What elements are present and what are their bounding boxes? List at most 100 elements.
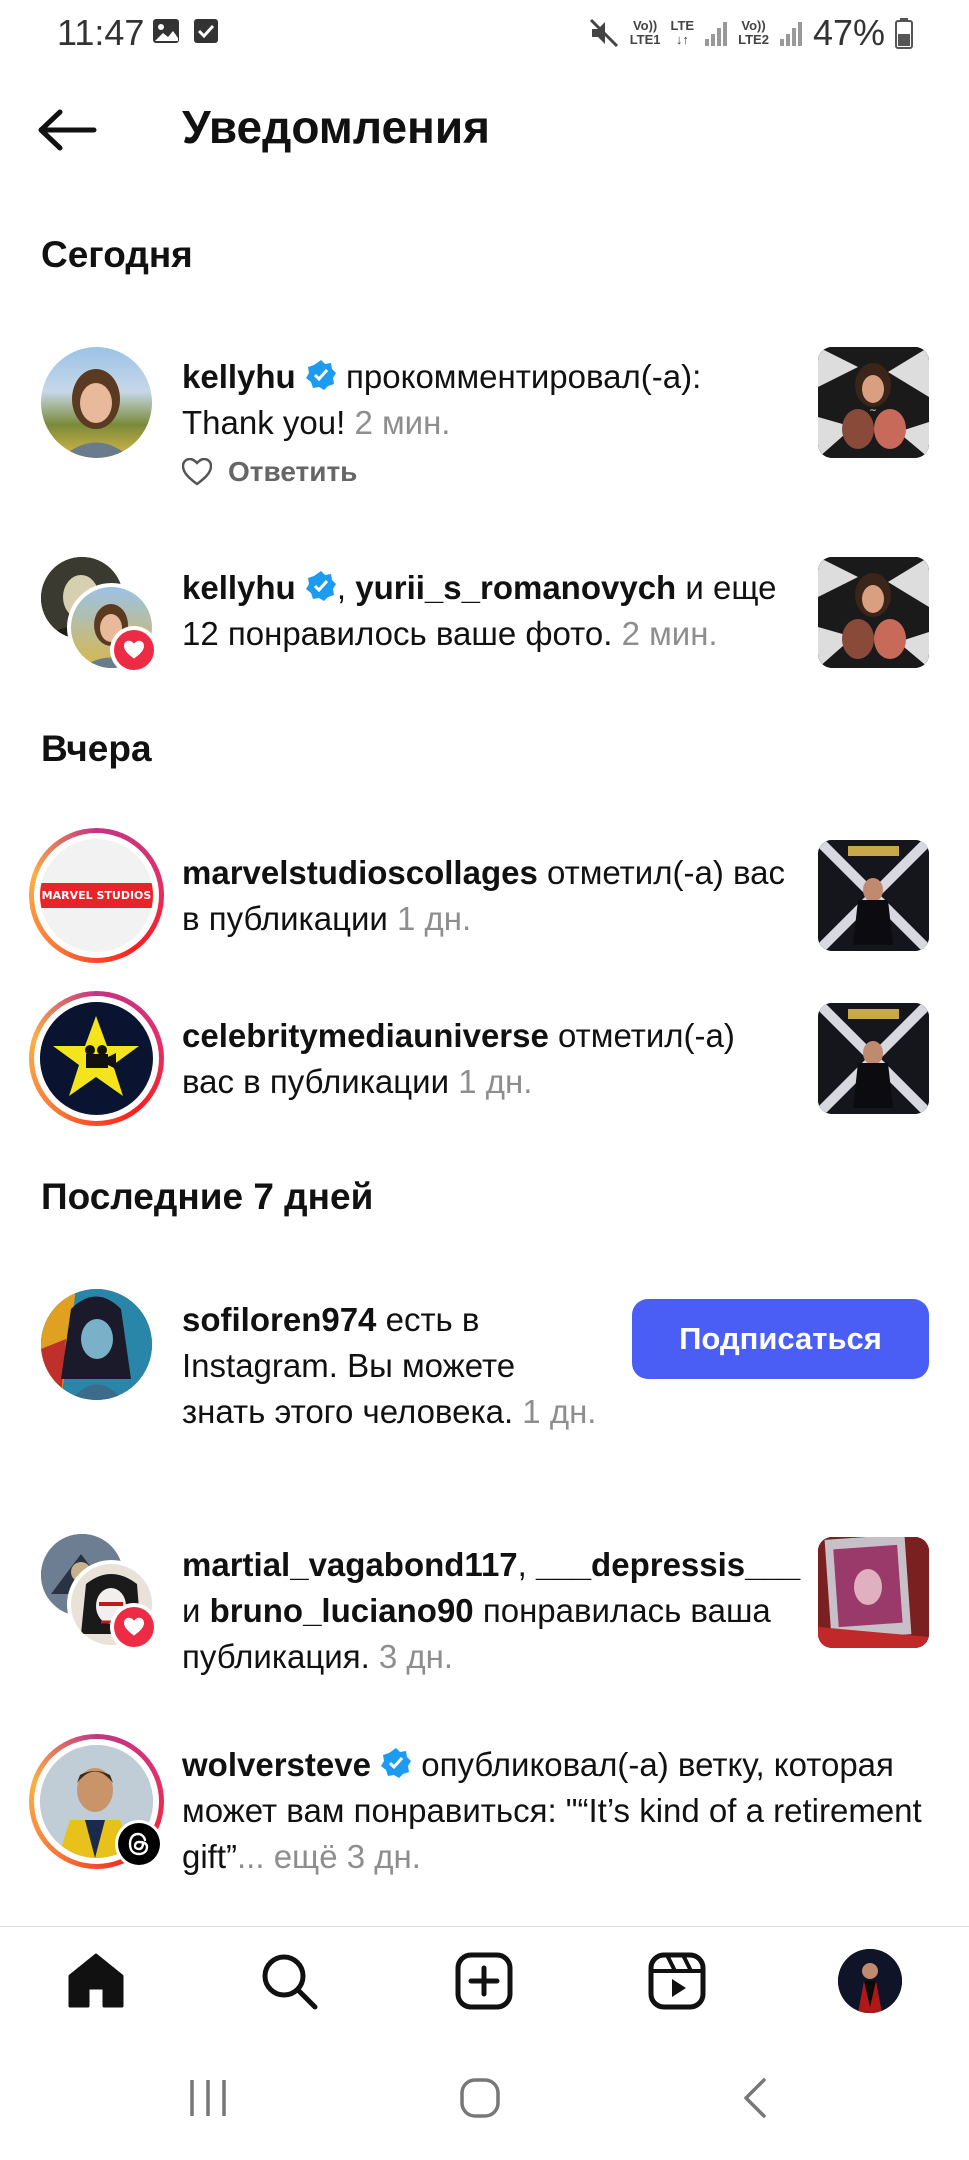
heart-icon (124, 1617, 144, 1636)
battery-percent: 47% (812, 12, 885, 53)
signal-icon (705, 22, 728, 46)
lte-label: LTE ↓↑ (670, 18, 695, 47)
home-icon (68, 1953, 124, 2008)
marvel-logo: MARVEL STUDIOS (40, 883, 153, 908)
mute-icon (589, 18, 618, 48)
post-thumbnail[interactable] (818, 840, 929, 951)
arrow-left-icon (38, 109, 97, 151)
header: Уведомления (0, 90, 969, 170)
username-link[interactable]: martial_vagabond117 (182, 1546, 518, 1583)
nav-search[interactable] (257, 1949, 321, 2013)
notification-text: wolversteve опубликовал(-а) ветку, котор… (182, 1746, 922, 1875)
plus-square-icon (455, 1952, 513, 2010)
notification-item[interactable]: MARVEL STUDIOS marvelstudioscollages отм… (0, 828, 969, 964)
notification-text: sofiloren974 есть в Instagram. Вы можете… (182, 1301, 597, 1430)
reply-button[interactable]: Ответить (228, 456, 357, 488)
time-ago: 2 мин. (354, 404, 451, 441)
time-ago: 1 дн. (397, 900, 472, 937)
section-title-last-7-days: Последние 7 дней (41, 1176, 374, 1217)
notification-item[interactable]: celebritymediauniverse отметил(-а) вас в… (0, 991, 969, 1127)
section-title-today: Сегодня (41, 234, 193, 275)
notification-item[interactable]: kellyhu прокомментировал(-а): Thank you!… (0, 344, 969, 504)
story-ring[interactable]: MARVEL STUDIOS (29, 828, 164, 963)
page-title: Уведомления (182, 101, 490, 153)
like-badge (110, 626, 158, 674)
svg-text:~: ~ (869, 406, 877, 416)
post-thumbnail[interactable] (818, 557, 929, 668)
status-bar: 11:47 Vo)) LTE1 LTE ↓↑ Vo)) LTE2 47% (0, 0, 969, 64)
search-icon (262, 1954, 318, 2010)
notification-text: celebritymediauniverse отметил(-а) вас в… (182, 1017, 735, 1100)
nav-home[interactable] (64, 1949, 128, 2013)
username-link[interactable]: kellyhu (182, 358, 296, 395)
status-notification-icons (151, 16, 221, 46)
recent-apps-icon (190, 2080, 226, 2116)
like-badge (110, 1603, 158, 1651)
home-system-button[interactable] (458, 2076, 502, 2125)
time-ago: 1 дн. (522, 1393, 597, 1430)
signal-icon-2 (779, 22, 802, 46)
recent-apps-button[interactable] (186, 2076, 230, 2125)
back-button[interactable] (36, 108, 106, 152)
back-system-button[interactable] (734, 2076, 778, 2125)
username-link[interactable]: celebritymediauniverse (182, 1017, 549, 1054)
verified-badge-icon (381, 1748, 412, 1778)
avatar-stack[interactable] (41, 557, 158, 674)
sim2-label: Vo)) LTE2 (738, 18, 769, 47)
notification-item[interactable]: wolversteve опубликовал(-а) ветку, котор… (0, 1734, 969, 1884)
chevron-left-icon (744, 2078, 766, 2118)
username-link[interactable]: kellyhu (182, 569, 296, 606)
post-thumbnail[interactable] (818, 1537, 929, 1648)
threads-badge (115, 1820, 163, 1868)
story-ring[interactable] (29, 991, 164, 1126)
system-nav-bar (0, 2040, 969, 2160)
time-ago: 2 мин. (621, 615, 718, 652)
username-link[interactable]: marvelstudioscollages (182, 854, 538, 891)
status-time: 11:47 (57, 12, 145, 53)
checkbox-icon (194, 19, 218, 43)
notification-text: martial_vagabond117, ___depressis___ и b… (182, 1546, 801, 1675)
nav-profile[interactable] (838, 1949, 902, 2013)
nav-create[interactable] (452, 1949, 516, 2013)
battery-icon (895, 18, 913, 49)
time-ago: 3 дн. (346, 1838, 421, 1875)
threads-icon (128, 1832, 149, 1856)
username-link[interactable]: sofiloren974 (182, 1301, 376, 1338)
notification-item[interactable]: sofiloren974 есть в Instagram. Вы можете… (0, 1289, 969, 1489)
reply-row: Ответить (182, 456, 357, 488)
notification-item[interactable]: martial_vagabond117, ___depressis___ и b… (0, 1534, 969, 1675)
heart-icon (124, 640, 144, 659)
post-thumbnail[interactable]: ~ (818, 347, 929, 458)
reels-icon (648, 1952, 706, 2010)
username-link[interactable]: ___depressis___ (536, 1546, 800, 1583)
gallery-icon (153, 19, 179, 43)
username-link[interactable]: wolversteve (182, 1746, 371, 1783)
avatar-stack[interactable] (41, 1534, 158, 1651)
verified-badge-icon (305, 360, 336, 390)
notification-text: kellyhu прокомментировал(-а): Thank you!… (182, 358, 702, 441)
nav-reels[interactable] (645, 1949, 709, 2013)
home-circle-icon (460, 2078, 500, 2118)
profile-avatar (838, 1949, 902, 2013)
notification-text: marvelstudioscollages отметил(-а) вас в … (182, 854, 785, 937)
post-thumbnail[interactable] (818, 1003, 929, 1114)
username-link[interactable]: yurii_s_romanovych (355, 569, 676, 606)
status-right: Vo)) LTE1 LTE ↓↑ Vo)) LTE2 47% (588, 12, 913, 54)
username-link[interactable]: bruno_luciano90 (210, 1592, 474, 1629)
follow-button[interactable]: Подписаться (632, 1299, 929, 1379)
time-ago: 1 дн. (458, 1063, 533, 1100)
avatar (40, 1002, 153, 1115)
verified-badge-icon (305, 571, 336, 601)
bottom-nav (0, 1926, 969, 2037)
time-ago: 3 дн. (378, 1638, 454, 1675)
notification-item[interactable]: kellyhu , yurii_s_romanovych и еще 12 по… (0, 557, 969, 677)
section-title-yesterday: Вчера (41, 728, 152, 769)
sim1-label: Vo)) LTE1 (629, 18, 661, 47)
heart-outline-icon[interactable] (182, 458, 212, 486)
avatar[interactable] (41, 347, 152, 458)
more-link[interactable]: ... ещё (237, 1838, 347, 1875)
notification-text: kellyhu , yurii_s_romanovych и еще 12 по… (182, 569, 777, 652)
avatar[interactable] (41, 1289, 152, 1400)
story-ring[interactable] (29, 1734, 164, 1869)
avatar: MARVEL STUDIOS (40, 839, 153, 952)
